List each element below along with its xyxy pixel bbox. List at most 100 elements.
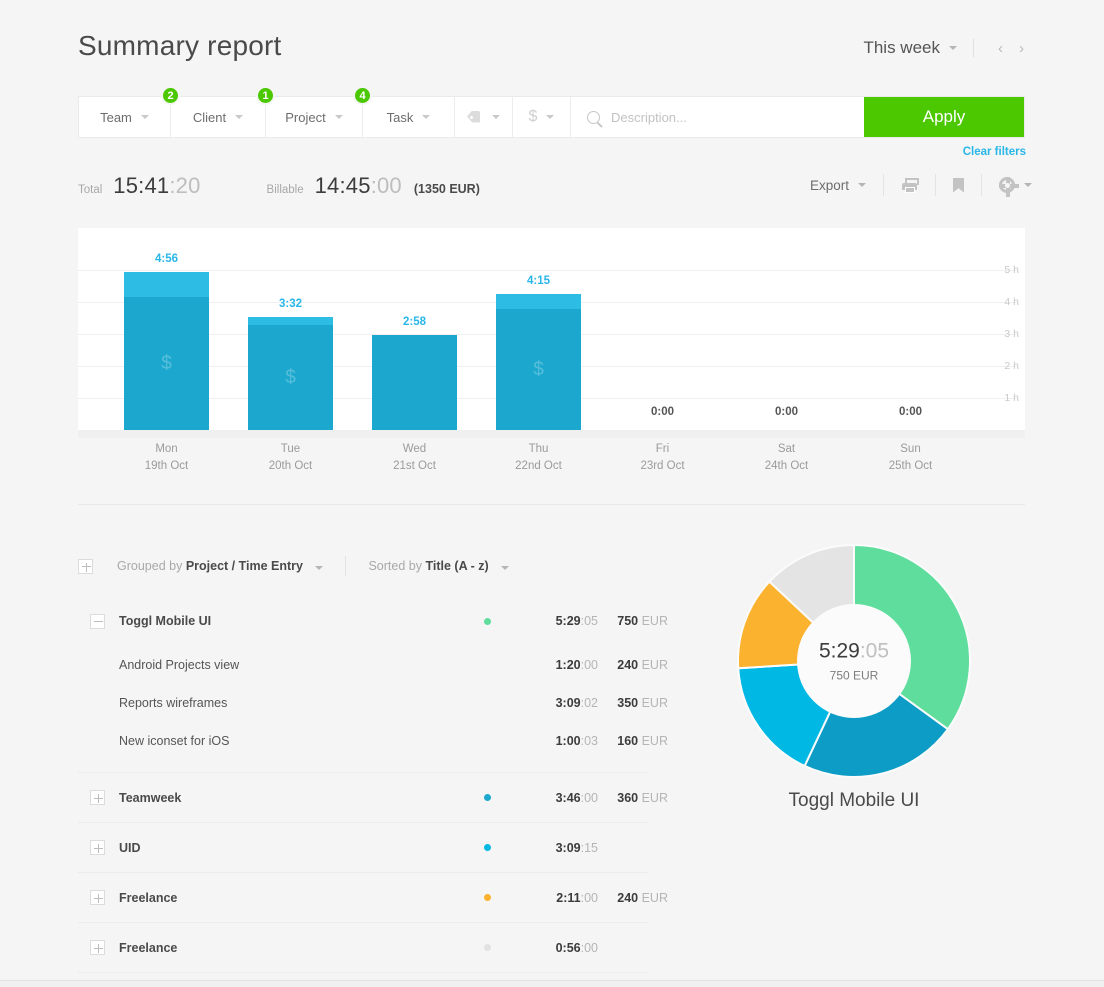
row-amount: 360 EUR: [608, 791, 668, 805]
bar-billable-segment: $: [496, 309, 581, 430]
filter-tag[interactable]: [455, 97, 513, 137]
table-row[interactable]: Freelance2:11:00240 EUR: [78, 873, 648, 923]
project-color-dot: [484, 894, 491, 901]
filter-task-label: Task: [387, 110, 414, 125]
filter-team[interactable]: Team 2: [79, 97, 171, 137]
chart-x-day: Sun: [868, 441, 953, 458]
sorted-by-control[interactable]: Sorted by Title (A - z): [368, 559, 509, 573]
search-field-wrap[interactable]: [571, 97, 864, 137]
search-input[interactable]: [611, 110, 864, 125]
prev-period-button[interactable]: ‹: [990, 40, 1011, 57]
chart-x-day: Fri: [620, 441, 705, 458]
table-row[interactable]: Freelance 0:56:00: [78, 923, 648, 973]
bar[interactable]: $: [124, 272, 209, 430]
total-value: 15:41:20: [113, 173, 200, 199]
table-row[interactable]: Toggl Mobile UI5:29:05750 EUR: [78, 596, 648, 646]
bar-value-label: 4:15: [496, 275, 581, 287]
donut-title: Toggl Mobile UI: [716, 790, 992, 812]
summary-report-page: Summary report This week ‹ › Team 2 Clie…: [0, 0, 1104, 987]
chart-x-day: Mon: [124, 441, 209, 458]
export-label: Export: [810, 178, 849, 193]
grouped-by-control[interactable]: Grouped by Project / Time Entry: [117, 559, 323, 573]
row-duration: 1:00:03: [518, 734, 598, 748]
billable-value: 14:45:00: [315, 173, 402, 199]
bar-nonbillable-segment: [248, 317, 333, 325]
filter-client-label: Client: [193, 110, 226, 125]
chevron-down-icon: [501, 566, 509, 570]
grouped-by-value: Project / Time Entry: [186, 559, 303, 573]
expand-row-button[interactable]: [90, 890, 105, 905]
expand-row-button[interactable]: [90, 790, 105, 805]
zero-value-label: 0:00: [620, 406, 705, 418]
bookmark-icon[interactable]: [953, 178, 964, 193]
table-row[interactable]: New iconset for iOS1:00:03160 EUR: [78, 722, 648, 760]
gear-icon[interactable]: [999, 177, 1015, 193]
row-project-name: Toggl Mobile UI: [119, 614, 211, 628]
row-duration: 3:46:00: [518, 791, 598, 805]
clear-filters-link[interactable]: Clear filters: [963, 146, 1026, 158]
chevron-down-icon: [422, 115, 430, 119]
row-duration: 0:56:00: [518, 941, 598, 955]
bar[interactable]: [372, 335, 457, 430]
export-button[interactable]: Export: [810, 178, 866, 193]
billable-label: Billable: [267, 184, 304, 196]
next-period-button[interactable]: ›: [1011, 40, 1032, 57]
donut-center-amount: 750 EUR: [779, 669, 929, 683]
grouped-by-prefix: Grouped by: [117, 559, 182, 573]
donut-center-text: 5:29:05 750 EUR: [779, 640, 929, 683]
row-duration: 3:09:15: [518, 841, 598, 855]
row-duration: 2:11:00: [518, 891, 598, 905]
bar-billable-segment: $: [248, 325, 333, 430]
row-amount: 240 EUR: [608, 891, 668, 905]
bar-billable-segment: $: [124, 297, 209, 430]
chart-x-date: 22nd Oct: [496, 458, 581, 475]
search-icon: [587, 111, 600, 124]
total-label: Total: [78, 184, 102, 196]
bar-nonbillable-segment: [496, 294, 581, 309]
date-range-selector[interactable]: This week: [863, 38, 957, 58]
chart-x-date: 25th Oct: [868, 458, 953, 475]
table-row[interactable]: Reports wireframes3:09:02350 EUR: [78, 684, 648, 722]
dollar-icon: $: [285, 367, 296, 389]
zero-value-label: 0:00: [744, 406, 829, 418]
chart-x-label: Sun25th Oct: [868, 441, 953, 475]
donut-chart: 5:29:05 750 EUR Toggl Mobile UI: [716, 535, 992, 825]
chevron-down-icon: [141, 115, 149, 119]
bar-chart: 1 h2 h3 h4 h5 h$4:56$3:322:58$4:150:000:…: [78, 228, 1025, 434]
project-color-dot: [484, 844, 491, 851]
row-amount: 750 EUR: [608, 614, 668, 628]
row-entry-name: Android Projects view: [119, 658, 239, 672]
chart-x-label: Tue20th Oct: [248, 441, 333, 475]
table-row[interactable]: Android Projects view1:20:00240 EUR: [78, 646, 648, 684]
filter-project[interactable]: Project 4: [266, 97, 363, 137]
expand-row-button[interactable]: [90, 840, 105, 855]
chart-axis-band: [78, 430, 1025, 438]
row-project-name: Freelance: [119, 941, 177, 955]
chart-x-label: Thu22nd Oct: [496, 441, 581, 475]
chevron-down-icon: [492, 115, 500, 119]
filter-client[interactable]: Client 1: [171, 97, 266, 137]
date-range-controls: This week ‹ ›: [863, 38, 1032, 58]
filter-billable[interactable]: $: [513, 97, 571, 137]
expand-all-button[interactable]: [78, 559, 93, 574]
chart-x-day: Wed: [372, 441, 457, 458]
bar[interactable]: $: [496, 294, 581, 430]
chart-x-date: 24th Oct: [744, 458, 829, 475]
chevron-down-icon[interactable]: [1024, 183, 1032, 187]
expand-row-button[interactable]: [90, 940, 105, 955]
collapse-row-button[interactable]: [90, 614, 105, 629]
chevron-down-icon: [315, 566, 323, 570]
filter-task[interactable]: Task: [363, 97, 455, 137]
divider: [345, 556, 346, 576]
table-row[interactable]: Teamweek3:46:00360 EUR: [78, 773, 648, 823]
divider: [883, 174, 884, 196]
row-entry-name: New iconset for iOS: [119, 734, 229, 748]
chevron-down-icon: [235, 115, 243, 119]
bar[interactable]: $: [248, 317, 333, 430]
chevron-down-icon: [335, 115, 343, 119]
apply-button[interactable]: Apply: [864, 97, 1024, 137]
project-color-dot: [484, 794, 491, 801]
chart-x-label: Wed21st Oct: [372, 441, 457, 475]
printer-icon[interactable]: [901, 178, 918, 193]
table-row[interactable]: UID3:09:15: [78, 823, 648, 873]
